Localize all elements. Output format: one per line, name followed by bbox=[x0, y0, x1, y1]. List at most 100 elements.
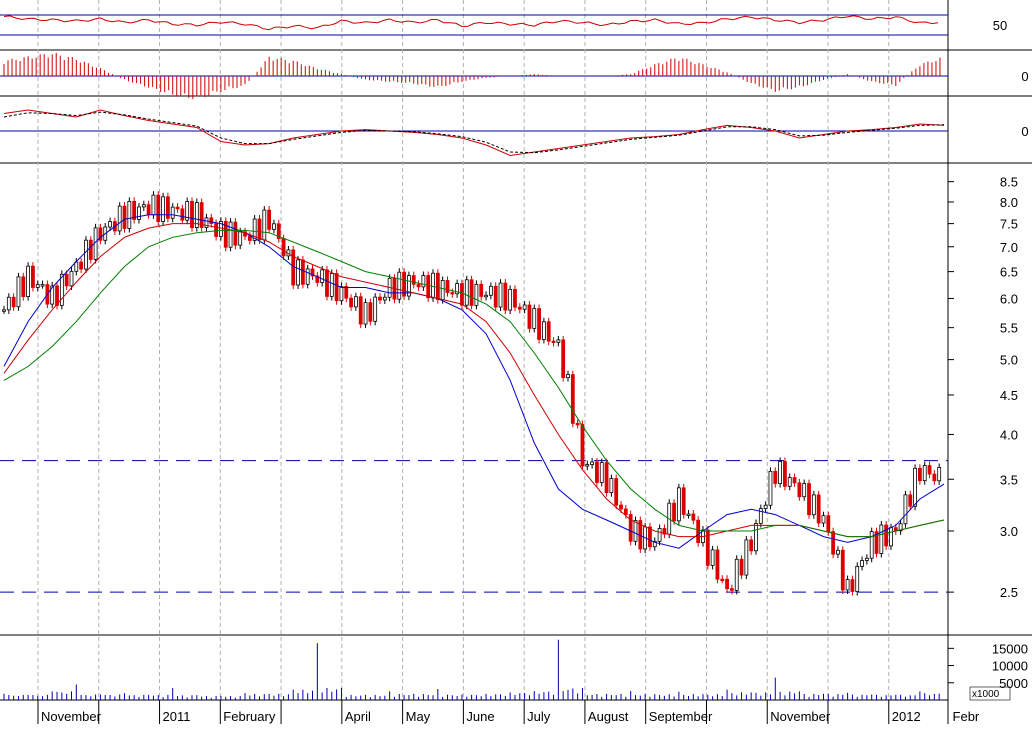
candle-body bbox=[267, 209, 272, 230]
candle-body bbox=[821, 515, 826, 524]
candle-body bbox=[537, 308, 541, 340]
price-y-tick-label: 6.0 bbox=[1000, 291, 1018, 306]
candle-body bbox=[729, 588, 734, 591]
candle-body bbox=[686, 513, 691, 516]
candle-body bbox=[816, 494, 821, 524]
candle-body bbox=[580, 424, 585, 467]
candle-body bbox=[445, 280, 450, 293]
candle-body bbox=[590, 461, 595, 466]
candle-body bbox=[156, 194, 161, 222]
price-y-tick-label: 3.0 bbox=[1000, 524, 1018, 539]
candle-body bbox=[754, 523, 758, 552]
price-y-tick-label: 7.5 bbox=[1000, 217, 1018, 232]
candle-body bbox=[2, 309, 6, 312]
candle-body bbox=[353, 296, 358, 308]
candle-body bbox=[691, 513, 696, 521]
candle-body bbox=[927, 465, 932, 475]
candle-body bbox=[648, 526, 652, 548]
candle-body bbox=[228, 221, 233, 248]
candle-body bbox=[763, 504, 768, 509]
hist-y-tick-label: 0 bbox=[1021, 69, 1028, 84]
volume-y-tick-label: 15000 bbox=[992, 641, 1028, 656]
candle-body bbox=[768, 470, 773, 506]
x-tick-label: November bbox=[770, 709, 831, 724]
candle-body bbox=[440, 280, 445, 301]
candle-body bbox=[720, 578, 725, 582]
candle-body bbox=[233, 221, 238, 246]
candle-body bbox=[532, 308, 537, 329]
candle-body bbox=[932, 473, 937, 482]
candle-body bbox=[522, 304, 527, 310]
candle-body bbox=[339, 286, 344, 302]
candle-body bbox=[151, 194, 156, 216]
candle-body bbox=[59, 273, 64, 306]
candle-body bbox=[146, 204, 151, 216]
candle-body bbox=[464, 279, 469, 306]
candle-body bbox=[773, 470, 778, 484]
candle-body bbox=[903, 494, 908, 525]
candle-body bbox=[397, 271, 402, 300]
candle-body bbox=[320, 269, 325, 283]
candle-body bbox=[840, 549, 845, 591]
macd-signal-line bbox=[3, 111, 945, 154]
candle-body bbox=[382, 296, 387, 301]
candle-body bbox=[508, 288, 513, 311]
candle-body bbox=[435, 272, 440, 301]
candle-body bbox=[141, 204, 146, 208]
candle-body bbox=[633, 520, 638, 542]
candle-body bbox=[31, 265, 35, 288]
candle-body bbox=[513, 288, 517, 308]
candle-body bbox=[373, 296, 378, 322]
candle-body bbox=[541, 321, 546, 340]
candle-body bbox=[614, 478, 619, 506]
candle-body bbox=[672, 502, 676, 522]
candle-body bbox=[40, 284, 45, 287]
candle-body bbox=[657, 528, 662, 542]
candle-body bbox=[474, 283, 479, 306]
candle-body bbox=[411, 275, 416, 285]
candle-body bbox=[238, 231, 243, 246]
candle-body bbox=[619, 504, 623, 510]
candle-body bbox=[127, 200, 132, 229]
stock-chart: November 2011 February April May June July Augu… bbox=[0, 0, 1032, 724]
candle-body bbox=[556, 339, 561, 343]
candle-body bbox=[681, 487, 686, 515]
candle-body bbox=[527, 304, 532, 329]
candle-body bbox=[797, 482, 802, 498]
x-tick-label: November bbox=[41, 709, 102, 724]
candle-body bbox=[35, 284, 40, 288]
candle-body bbox=[6, 296, 11, 311]
candle-body bbox=[802, 483, 807, 498]
candle-body bbox=[84, 239, 88, 270]
candle-body bbox=[561, 339, 566, 378]
candle-body bbox=[595, 461, 599, 483]
candle-body bbox=[426, 275, 431, 299]
candle-body bbox=[161, 196, 165, 222]
candle-body bbox=[749, 539, 754, 552]
candle-body bbox=[811, 494, 816, 516]
osc-series-line bbox=[3, 15, 939, 31]
macd-y-tick-label: 0 bbox=[1021, 124, 1028, 139]
price-y-tick-label: 8.0 bbox=[1000, 195, 1018, 210]
candle-body bbox=[585, 464, 590, 467]
candle-body bbox=[378, 296, 382, 301]
candle-body bbox=[170, 206, 175, 219]
x-tick-label: February bbox=[223, 709, 276, 724]
candle-body bbox=[296, 259, 300, 286]
price-y-tick-label: 6.5 bbox=[1000, 265, 1018, 280]
candle-body bbox=[570, 374, 575, 424]
candle-body bbox=[88, 239, 93, 260]
candle-body bbox=[879, 524, 884, 554]
x-tick-label: Febr bbox=[953, 709, 980, 724]
candle-body bbox=[493, 285, 498, 308]
candle-body bbox=[734, 558, 739, 591]
candle-body bbox=[696, 519, 701, 543]
price-y-tick-label: 8.5 bbox=[1000, 175, 1018, 190]
macd-line bbox=[3, 109, 945, 157]
candle-body bbox=[864, 557, 869, 561]
candle-body bbox=[325, 269, 329, 297]
candle-body bbox=[79, 261, 84, 270]
candle-body bbox=[262, 209, 267, 241]
price-y-tick-label: 2.5 bbox=[1000, 585, 1018, 600]
price-y-tick-label: 4.0 bbox=[1000, 427, 1018, 442]
